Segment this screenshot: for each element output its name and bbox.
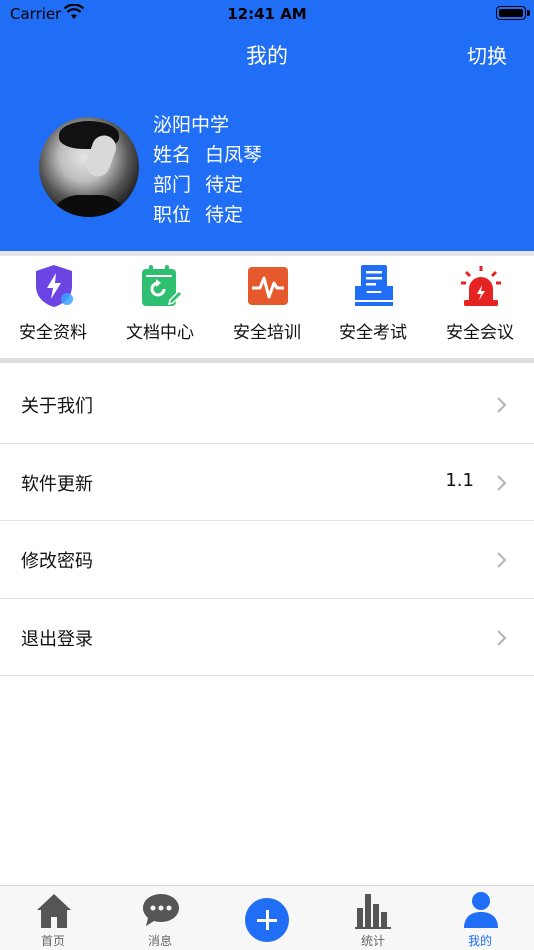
avatar-shoulder (49, 195, 129, 217)
position-value: 待定 (205, 204, 244, 226)
change-password-item[interactable]: 修改密码 (0, 521, 534, 599)
chat-bubble-icon (143, 894, 179, 926)
calendar-refresh-icon (142, 265, 182, 306)
list-item-label: 修改密码 (21, 551, 93, 572)
department-row: 部门 待定 (153, 170, 262, 200)
list-item-label: 软件更新 (21, 473, 93, 495)
page-title: 我的 (246, 44, 288, 68)
alarm-siren-icon (461, 266, 501, 306)
battery-tip (527, 10, 530, 16)
quick-item-safety-meeting[interactable]: 安全会议 (427, 256, 533, 356)
name-label: 姓名 (153, 144, 192, 166)
quick-item-document-center[interactable]: 文档中心 (107, 256, 213, 356)
list-item-label: 退出登录 (21, 628, 93, 650)
avatar[interactable] (39, 117, 139, 217)
position-row: 职位 待定 (153, 200, 262, 230)
mine-screen: Carrier 12:41 AM 我的 切换 泌阳中学 姓名白凤琴 部门待定 (0, 0, 534, 950)
tab-label: 消息 (147, 934, 172, 948)
name-value: 白凤琴 (205, 144, 263, 166)
school-name: 泌阳中学 (153, 114, 230, 136)
battery-icon (496, 6, 526, 20)
tab-label: 我的 (467, 934, 492, 948)
tab-stats[interactable]: 统计 (320, 886, 426, 950)
department-value: 待定 (205, 174, 244, 196)
quick-item-label: 安全资料 (19, 323, 87, 343)
quick-item-safety-exam[interactable]: 安全考试 (320, 256, 426, 356)
profile-header: Carrier 12:41 AM 我的 切换 泌阳中学 姓名白凤琴 部门待定 (0, 0, 534, 251)
tab-messages[interactable]: 消息 (107, 886, 213, 950)
profile-info: 泌阳中学 姓名 白凤琴 部门 待定 职位 待定 (153, 110, 262, 230)
user-icon (464, 892, 498, 928)
quick-item-safety-training[interactable]: 安全培训 (214, 256, 320, 356)
home-icon (37, 894, 71, 928)
department-label: 部门 (153, 174, 192, 196)
switch-button[interactable]: 切换 (467, 40, 507, 69)
version-value: 1.1 (445, 469, 474, 491)
quick-item-label: 文档中心 (126, 323, 194, 343)
quick-item-label: 安全考试 (339, 323, 407, 343)
list-item-label: 关于我们 (21, 396, 93, 417)
document-tray-icon (355, 265, 393, 306)
quick-item-label: 安全培训 (233, 323, 301, 343)
bar-chart-icon (355, 894, 391, 929)
software-update-item[interactable]: 软件更新 1.1 (0, 444, 534, 521)
chevron-right-icon (497, 552, 507, 568)
quick-menu: 安全资料 文档中心 安全培训 安全考试 安全会议 (0, 256, 534, 357)
pulse-chart-icon (248, 267, 288, 305)
clock: 12:41 AM (227, 5, 307, 23)
logout-item[interactable]: 退出登录 (0, 599, 534, 676)
about-us-item[interactable]: 关于我们 (0, 366, 534, 444)
divider (0, 358, 534, 363)
tab-label: 统计 (360, 934, 385, 948)
chevron-right-icon (497, 474, 507, 491)
shield-bolt-icon (36, 265, 73, 307)
tab-home[interactable]: 首页 (0, 886, 106, 950)
settings-list: 关于我们 软件更新 1.1 修改密码 退出登录 (0, 366, 534, 676)
tab-bar: 首页 消息 统计 我的 (0, 885, 534, 950)
position-label: 职位 (153, 204, 192, 226)
chevron-right-icon (497, 629, 507, 646)
tab-label: 首页 (40, 934, 65, 948)
quick-item-safety-materials[interactable]: 安全资料 (0, 256, 106, 356)
status-bar: Carrier 12:41 AM (0, 0, 534, 28)
tab-mine[interactable]: 我的 (427, 886, 533, 950)
chevron-right-icon (497, 397, 507, 413)
quick-item-label: 安全会议 (446, 323, 514, 343)
name-row: 姓名 白凤琴 (153, 140, 262, 170)
add-button[interactable] (245, 898, 289, 942)
